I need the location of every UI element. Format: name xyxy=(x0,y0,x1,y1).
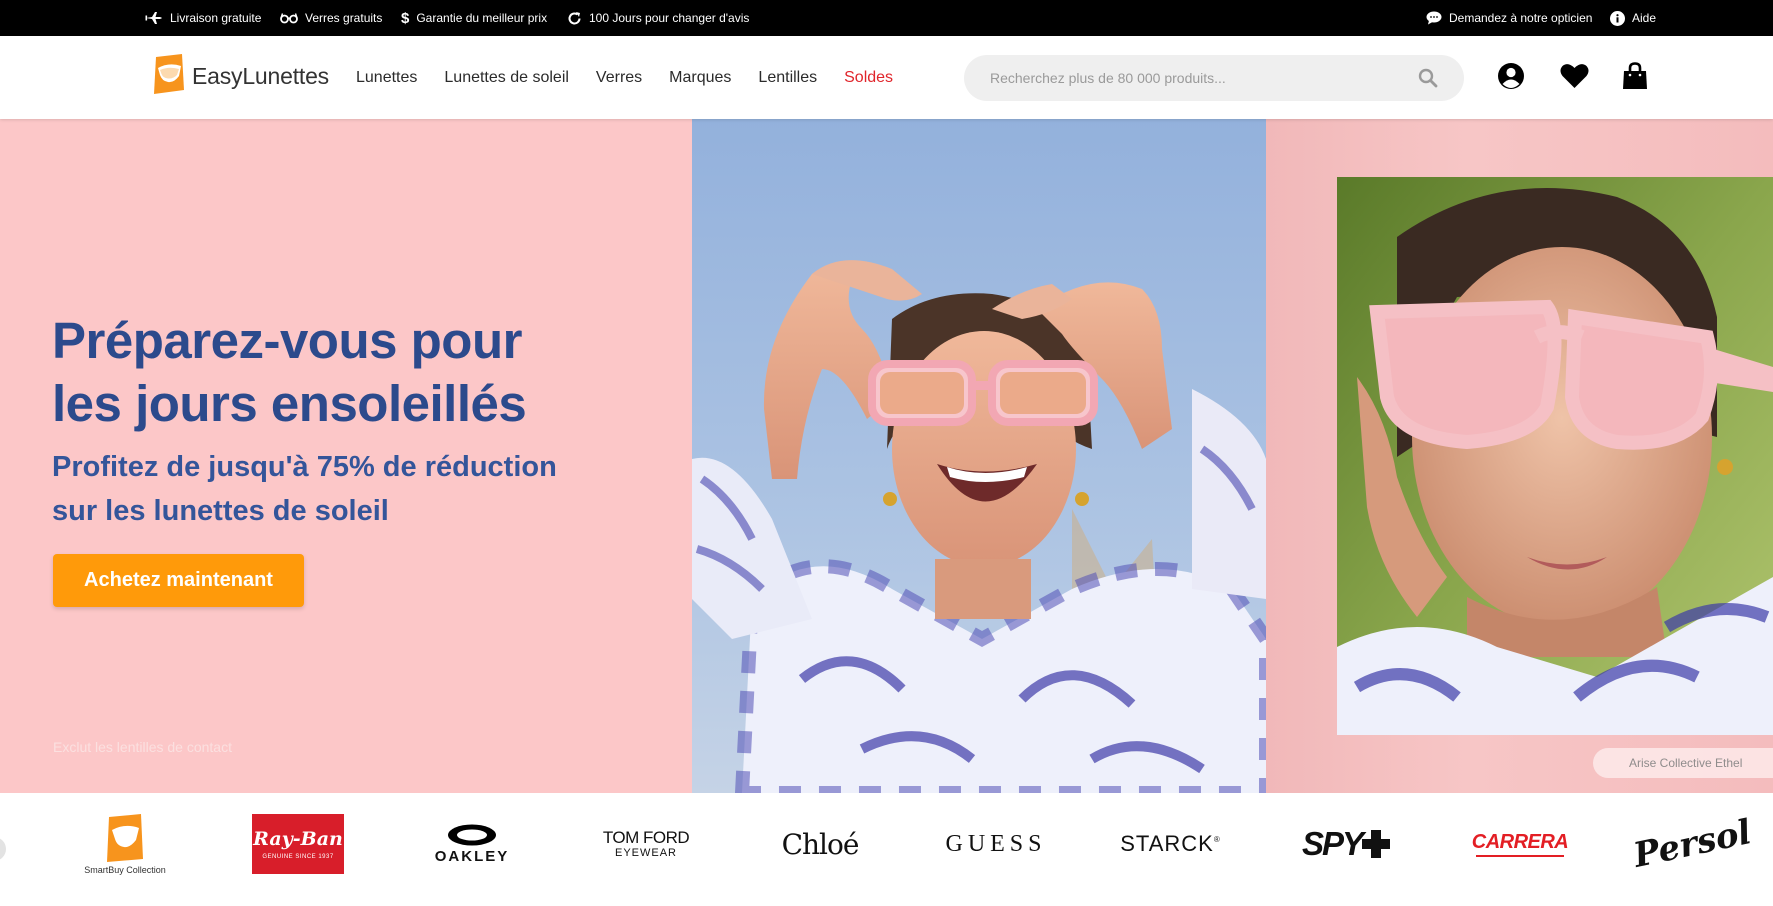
heart-icon[interactable] xyxy=(1559,61,1589,91)
oakley-ellipse-logo xyxy=(448,824,496,845)
account-icon[interactable] xyxy=(1496,61,1526,91)
shop-now-button[interactable]: Achetez maintenant xyxy=(53,554,304,607)
nav-marques[interactable]: Marques xyxy=(669,69,731,87)
free-delivery-item[interactable]: Livraison gratuite xyxy=(145,0,261,36)
help-label: Aide xyxy=(1632,11,1657,25)
hero-photo-laughing-woman xyxy=(692,119,1266,793)
brand-spy[interactable]: SPY xyxy=(1298,809,1394,879)
refresh-icon xyxy=(567,11,582,26)
hero-subtitle-line-2: sur les lunettes de soleil xyxy=(52,495,389,527)
hero-banner[interactable]: Préparez-vous pour les jours ensoleillés… xyxy=(0,119,1773,793)
brand-guess[interactable]: GUESS xyxy=(945,809,1047,879)
ask-optician-link[interactable]: Demandez à notre opticien xyxy=(1426,0,1592,36)
nav-lunettes[interactable]: Lunettes xyxy=(356,69,417,87)
main-header: EasyLunettes Lunettes Lunettes de soleil… xyxy=(0,36,1773,119)
brand-starck[interactable]: STARCK ® xyxy=(1120,809,1220,879)
spy-plus-icon xyxy=(1362,830,1391,858)
carousel-prev-button[interactable] xyxy=(0,837,6,861)
hero-text-panel: Préparez-vous pour les jours ensoleillés… xyxy=(0,119,692,793)
free-delivery-label: Livraison gratuite xyxy=(170,11,262,25)
smartbuy-caption: SmartBuy Collection xyxy=(84,865,166,875)
brand-oakley[interactable]: OAKLEY xyxy=(425,809,519,879)
photo-caption[interactable]: Arise Collective Ethel xyxy=(1593,748,1773,778)
brand-carrera[interactable]: CARRERA xyxy=(1471,809,1569,879)
dollar-icon: $ xyxy=(401,9,410,27)
nav-lunettes-de-soleil[interactable]: Lunettes de soleil xyxy=(444,69,569,87)
site-logo[interactable]: EasyLunettes xyxy=(152,53,329,99)
main-nav: Lunettes Lunettes de soleil Verres Marqu… xyxy=(356,36,920,119)
persol-wordmark: Persol xyxy=(1629,812,1755,876)
hero-title: Préparez-vous pour les jours ensoleillés xyxy=(52,309,652,435)
hero-subtitle: Profitez de jusqu'à 75% de réduction sur… xyxy=(52,445,672,533)
logo-text: EasyLunettes xyxy=(192,62,329,89)
rayban-tagline: GENUINE SINCE 1937 xyxy=(262,854,334,860)
free-lenses-label: Verres gratuits xyxy=(305,11,383,25)
brand-chloe[interactable]: Chloé xyxy=(772,809,868,879)
rayban-script: Ray-Ban xyxy=(253,828,343,850)
carrera-wordmark: CARRERA xyxy=(1471,831,1569,853)
help-link[interactable]: Aide xyxy=(1610,0,1656,36)
brand-rayban[interactable]: Ray-Ban GENUINE SINCE 1937 xyxy=(252,809,344,879)
brand-carousel: SmartBuy Collection Ray-Ban GENUINE SINC… xyxy=(0,793,1773,906)
brand-tom-ford[interactable]: TOM FORD EYEWEAR xyxy=(598,809,694,879)
airplane-icon xyxy=(145,11,163,25)
brand-smartbuy[interactable]: SmartBuy Collection xyxy=(80,809,170,879)
brand-persol[interactable]: Persol xyxy=(1630,809,1755,879)
best-price-label: Garantie du meilleur prix xyxy=(416,11,548,25)
free-lenses-item[interactable]: Verres gratuits xyxy=(280,0,382,36)
logo-glasses-icon xyxy=(152,53,186,99)
hero-title-line-1: Préparez-vous pour xyxy=(52,312,522,369)
utility-bar: Livraison gratuite Verres gratuits $ Gar… xyxy=(0,0,1773,36)
info-icon xyxy=(1610,10,1625,26)
ask-optician-label: Demandez à notre opticien xyxy=(1449,11,1593,25)
search-icon[interactable] xyxy=(1418,68,1438,93)
hero-title-line-2: les jours ensoleillés xyxy=(52,375,527,432)
smartbuy-logo-icon xyxy=(107,814,143,862)
chat-icon xyxy=(1426,11,1442,25)
spy-wordmark: SPY xyxy=(1301,825,1364,862)
oakley-wordmark: OAKLEY xyxy=(434,847,510,865)
search-input[interactable] xyxy=(964,70,1404,86)
return-policy-label: 100 Jours pour changer d'avis xyxy=(589,11,750,25)
tomford-wordmark: TOM FORD xyxy=(602,828,690,847)
shopping-bag-icon[interactable] xyxy=(1620,61,1650,91)
carrera-underline xyxy=(1476,855,1564,857)
nav-soldes[interactable]: Soldes xyxy=(844,69,893,87)
nav-verres[interactable]: Verres xyxy=(596,69,642,87)
hero-subtitle-line-1: Profitez de jusqu'à 75% de réduction xyxy=(52,451,557,483)
tomford-eyewear: EYEWEAR xyxy=(614,847,677,859)
glasses-icon xyxy=(280,12,298,24)
best-price-item[interactable]: $ Garantie du meilleur prix xyxy=(401,0,547,36)
starck-registered-mark-icon: ® xyxy=(1213,834,1220,844)
hero-photo-woman-portrait xyxy=(1337,177,1773,735)
chloe-wordmark: Chloé xyxy=(781,827,860,861)
return-policy-item[interactable]: 100 Jours pour changer d'avis xyxy=(567,0,749,36)
guess-wordmark: GUESS xyxy=(945,830,1047,857)
nav-lentilles[interactable]: Lentilles xyxy=(758,69,817,87)
hero-disclaimer: Exclut les lentilles de contact xyxy=(53,739,232,755)
search-bar xyxy=(964,55,1464,101)
starck-wordmark: STARCK xyxy=(1120,831,1214,856)
